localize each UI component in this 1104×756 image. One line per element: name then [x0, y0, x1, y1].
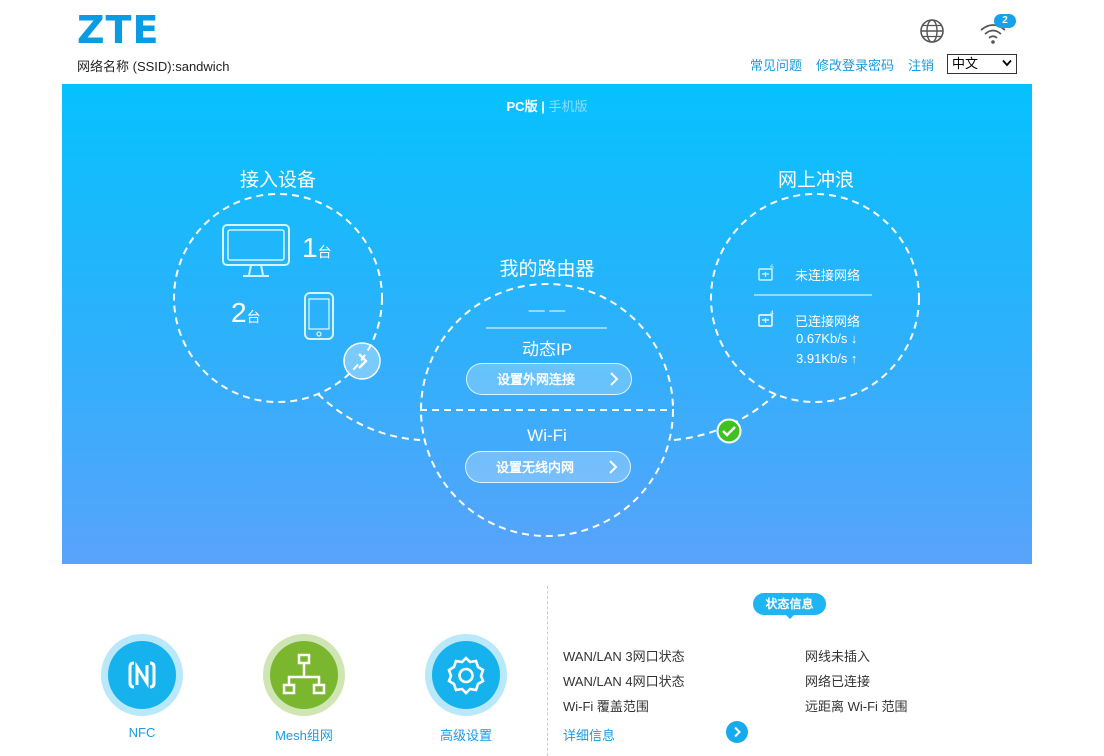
internet-status-row1: 未连接网络: [795, 268, 861, 283]
disconnected-network-icon: 6: [758, 264, 774, 281]
connected-network-icon: 4: [758, 310, 774, 327]
section-divider: [547, 586, 548, 756]
mesh-core: [270, 641, 338, 709]
zte-logo: ZTE: [77, 8, 160, 52]
view-switch: PC版 | 手机版: [62, 96, 1032, 115]
wan-lan4-value: 网络已连接: [805, 674, 871, 689]
pc-version-link[interactable]: PC版: [507, 99, 538, 114]
router-title: 我的路由器: [499, 259, 595, 280]
internet-title: 网上冲浪: [777, 170, 854, 191]
nfc-core: [108, 641, 176, 709]
wifi-title: Wi-Fi: [527, 426, 567, 445]
nfc-icon: [128, 661, 156, 689]
pc-count: 1台: [302, 232, 332, 264]
setup-wifi-label: 设置无线内网: [496, 460, 575, 475]
mesh-tile[interactable]: [263, 634, 345, 716]
detail-info-button[interactable]: [726, 721, 748, 743]
chevron-right-icon: [609, 460, 618, 474]
wifi-coverage-label: Wi-Fi 覆盖范围: [563, 699, 649, 714]
nfc-tile[interactable]: [101, 634, 183, 716]
detail-info-link[interactable]: 详细信息: [563, 725, 615, 744]
mobile-version-link[interactable]: 手机版: [548, 99, 587, 114]
topology-lines: [173, 193, 920, 537]
pc-count-unit: 台: [317, 244, 332, 260]
globe-icon[interactable]: [919, 18, 945, 44]
phone-icon: [304, 292, 334, 340]
connection-ok-icon: [716, 418, 742, 444]
chevron-right-icon: [610, 372, 619, 386]
wan-lan4-label: WAN/LAN 4网口状态: [563, 674, 685, 689]
svg-text:4: 4: [770, 310, 774, 317]
wifi-client-badge: 2: [994, 14, 1016, 28]
devices-title: 接入设备: [239, 170, 316, 191]
advanced-core: [432, 641, 500, 709]
phone-count: 2台: [231, 297, 261, 329]
mesh-label[interactable]: Mesh组网: [244, 725, 364, 744]
upload-rate: 3.91Kb/s ↑: [796, 351, 858, 366]
status-info-tag: 状态信息: [753, 593, 826, 619]
phone-count-unit: 台: [246, 309, 261, 325]
setup-wan-label: 设置外网连接: [497, 372, 576, 387]
wan-ip-value: — —: [528, 302, 566, 319]
nfc-label[interactable]: NFC: [82, 725, 202, 740]
gear-icon: [447, 656, 485, 695]
nfc-ring: [101, 634, 183, 716]
view-separator: |: [541, 99, 545, 114]
change-password-link[interactable]: 修改登录密码: [816, 55, 894, 74]
download-rate: 0.67Kb/s ↓: [796, 331, 858, 346]
header-links: 常见问题 修改登录密码 注销: [750, 55, 934, 74]
devices-more-button[interactable]: [342, 341, 382, 381]
advanced-settings-tile[interactable]: [425, 634, 507, 716]
chevron-right-icon: [734, 726, 741, 738]
phone-count-value: 2: [231, 297, 247, 328]
wan-lan3-label: WAN/LAN 3网口状态: [563, 649, 685, 664]
language-value: 中文: [952, 56, 979, 71]
faq-link[interactable]: 常见问题: [750, 55, 802, 74]
wan-lan3-value: 网线未插入: [805, 649, 871, 664]
monitor-icon: [222, 224, 290, 277]
ssid-label: 网络名称 (SSID):sandwich: [77, 59, 230, 74]
svg-text:6: 6: [770, 264, 774, 271]
setup-wan-button[interactable]: 设置外网连接: [466, 363, 632, 395]
advanced-settings-label[interactable]: 高级设置: [406, 725, 526, 744]
mesh-icon: [282, 653, 326, 695]
network-topology-banner: PC版 | 手机版 接入设备 1台 2台 我的路由器 — — 动态IP 设置外网…: [62, 84, 1032, 564]
wan-mode: 动态IP: [521, 340, 573, 359]
language-select[interactable]: 中文: [947, 54, 1017, 74]
chevron-down-icon: [1002, 59, 1012, 67]
wifi-coverage-value: 远距离 Wi-Fi 范围: [805, 699, 908, 714]
mesh-ring: [263, 634, 345, 716]
pc-count-value: 1: [302, 232, 318, 263]
internet-status-row2: 已连接网络: [795, 314, 861, 329]
setup-wifi-button[interactable]: 设置无线内网: [465, 451, 631, 483]
logout-link[interactable]: 注销: [908, 55, 934, 74]
advanced-ring: [425, 634, 507, 716]
